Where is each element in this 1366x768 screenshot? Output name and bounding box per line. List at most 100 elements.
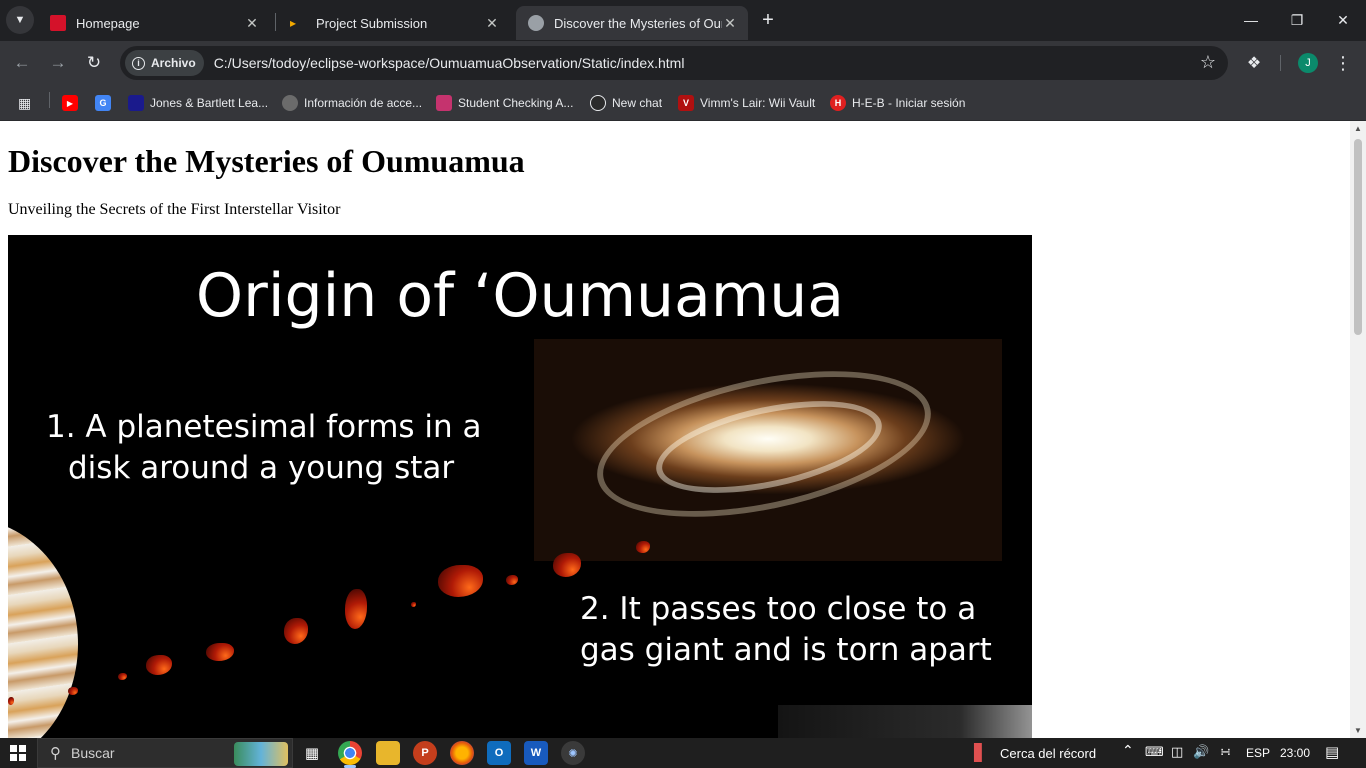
close-window-button[interactable]: ✕	[1320, 0, 1366, 40]
weather-widget[interactable]: ▋ Cerca del récord	[974, 742, 1096, 764]
meet-now-icon[interactable]: ◫	[1171, 744, 1183, 760]
step-two-line-1: 2. It passes too close to a	[580, 591, 977, 627]
settings-app-icon[interactable]: ✺	[561, 741, 585, 765]
task-view-icon[interactable]: ▦	[300, 741, 324, 765]
chevron-down-icon: ▼	[14, 14, 26, 26]
page-title: Discover the Mysteries of Oumuamua	[8, 143, 525, 179]
tab-title: Project Submission	[316, 15, 428, 31]
extensions-icon[interactable]: ❖	[1241, 50, 1267, 76]
next-panel-image	[778, 705, 1032, 738]
tab-search-button[interactable]: ▼	[6, 6, 34, 34]
bookmark-youtube[interactable]: ▶	[62, 92, 84, 114]
step-one-line-2: disk around a young star	[68, 450, 455, 486]
scroll-down-arrow-icon[interactable]: ▼	[1353, 726, 1363, 735]
address-bar[interactable]: i Archivo C:/Users/todoy/eclipse-workspa…	[120, 46, 1228, 80]
search-highlight-image	[234, 742, 288, 766]
translate-icon: G	[95, 95, 111, 111]
protoplanetary-disk-image	[534, 339, 1002, 561]
slide-title: Origin of ‘Oumuamua	[195, 261, 845, 331]
new-tab-button[interactable]: +	[757, 9, 779, 31]
profile-avatar[interactable]: J	[1298, 53, 1318, 73]
heb-icon: H	[830, 95, 846, 111]
minimize-button[interactable]: —	[1228, 0, 1274, 40]
reload-button[interactable]: ↻	[80, 49, 108, 77]
bookmark-heb[interactable]: H H-E-B - Iniciar sesión	[830, 92, 965, 114]
restore-button[interactable]: ❐	[1274, 0, 1320, 40]
bookmarks-bar: ▦ ▶ G Jones & Bartlett Lea... Informació…	[0, 85, 1366, 121]
step-two-text: 2. It passes too close to a gas giant an…	[580, 589, 1000, 671]
bookmark-student-checking[interactable]: Student Checking A...	[436, 92, 573, 114]
page-subtitle: Unveiling the Secrets of the First Inter…	[8, 201, 341, 218]
word-icon[interactable]: W	[524, 741, 548, 765]
step-one-line-1: 1. A planetesimal forms in a	[46, 409, 482, 445]
site-info-label: Archivo	[151, 56, 196, 70]
more-menu-icon[interactable]: ⋮	[1330, 50, 1356, 76]
tab-project-submission[interactable]: ▸ Project Submission ✕	[278, 6, 510, 40]
youtube-icon: ▶	[62, 95, 78, 111]
gas-giant-image	[8, 519, 78, 738]
apps-grid-icon[interactable]: ▦	[18, 92, 31, 114]
taskbar-search-placeholder: Buscar	[71, 745, 115, 761]
tab-title: Discover the Mysteries of Oumuamua	[554, 15, 722, 31]
vimms-lair-icon: V	[678, 95, 694, 111]
tab-strip: ▼ Homepage ✕ ▸ Project Submission ✕ Disc…	[0, 0, 1366, 41]
notifications-icon[interactable]: ▤	[1325, 743, 1339, 761]
bookmark-new-chat[interactable]: New chat	[590, 92, 662, 114]
chrome-icon[interactable]	[338, 741, 362, 768]
bookmark-label: Información de acce...	[304, 96, 423, 110]
origin-slide-image: Origin of ‘Oumuamua 1. A planetesimal fo…	[8, 235, 1032, 738]
keyboard-icon[interactable]: ⌨	[1145, 744, 1164, 760]
bookmark-translate[interactable]: G	[95, 92, 117, 114]
jones-bartlett-icon	[128, 95, 144, 111]
windows-taskbar: ⚲ Buscar ▦ P O W ✺ ▋ Cerca del récord ⌃ …	[0, 738, 1366, 768]
bookmark-star-icon[interactable]: ☆	[1200, 52, 1216, 73]
tab-title: Homepage	[76, 15, 140, 31]
globe-icon	[528, 15, 544, 31]
homepage-favicon-icon	[50, 15, 66, 31]
wifi-icon[interactable]: ∺	[1220, 744, 1231, 760]
search-icon: ⚲	[50, 745, 61, 762]
bookmark-label: Jones & Bartlett Lea...	[150, 96, 269, 110]
bookmark-label: Student Checking A...	[458, 96, 574, 110]
language-indicator[interactable]: ESP	[1246, 746, 1270, 760]
info-icon: i	[132, 56, 145, 70]
scrollbar-thumb[interactable]	[1354, 139, 1362, 335]
file-explorer-icon[interactable]	[376, 741, 400, 765]
bookmarks-divider	[49, 92, 50, 108]
url-text[interactable]: C:/Users/todoy/eclipse-workspace/Oumuamu…	[214, 55, 685, 71]
bookmark-label: Vimm's Lair: Wii Vault	[700, 96, 816, 110]
volume-icon[interactable]: 🔊	[1193, 744, 1209, 760]
project-favicon-icon: ▸	[290, 16, 297, 30]
bookmark-vimms-lair[interactable]: V Vimm's Lair: Wii Vault	[678, 92, 815, 114]
chatgpt-icon	[590, 95, 606, 111]
weather-text: Cerca del récord	[1000, 745, 1097, 761]
student-checking-icon	[436, 95, 452, 111]
page-content: Discover the Mysteries of Oumuamua Unvei…	[0, 121, 1350, 738]
page-scrollbar[interactable]: ▲ ▼	[1350, 121, 1366, 738]
outlook-icon[interactable]: O	[487, 741, 511, 765]
site-info-chip[interactable]: i Archivo	[125, 50, 204, 76]
bookmark-label: New chat	[612, 96, 663, 110]
tab-discover-oumuamua[interactable]: Discover the Mysteries of Oumuamua ✕	[516, 6, 748, 40]
thermometer-icon: ▋	[974, 745, 987, 762]
step-one-text: 1. A planetesimal forms in a disk around…	[46, 407, 486, 489]
forward-button[interactable]: →	[44, 49, 72, 77]
browser-toolbar: ← → ↻ i Archivo C:/Users/todoy/eclipse-w…	[0, 41, 1366, 85]
bookmark-jones-bartlett[interactable]: Jones & Bartlett Lea...	[128, 92, 268, 114]
back-button[interactable]: ←	[8, 49, 36, 77]
bookmark-label: H-E-B - Iniciar sesión	[852, 96, 966, 110]
toolbar-divider	[1280, 55, 1281, 71]
chevron-up-icon[interactable]: ⌃	[1122, 742, 1134, 759]
bookmark-informacion[interactable]: Información de acce...	[282, 92, 422, 114]
scroll-up-arrow-icon[interactable]: ▲	[1353, 124, 1363, 133]
windows-start-icon[interactable]	[10, 745, 26, 761]
close-icon[interactable]: ✕	[244, 15, 260, 31]
clock[interactable]: 23:00	[1280, 746, 1310, 760]
close-icon[interactable]: ✕	[722, 15, 738, 31]
step-two-line-2: gas giant and is torn apart	[580, 632, 992, 668]
taskbar-search[interactable]: ⚲ Buscar	[37, 738, 293, 768]
firefox-icon[interactable]	[450, 741, 474, 765]
tab-homepage[interactable]: Homepage ✕	[38, 6, 270, 40]
close-icon[interactable]: ✕	[484, 15, 500, 31]
powerpoint-icon[interactable]: P	[413, 741, 437, 765]
